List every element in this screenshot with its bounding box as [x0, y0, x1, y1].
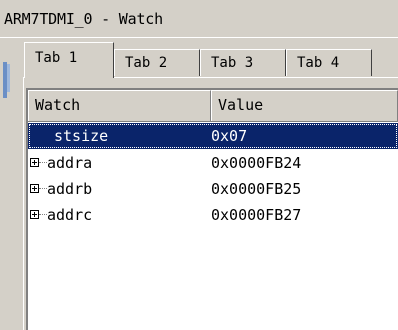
title-divider [0, 37, 398, 38]
tab-2[interactable]: Tab 2 [114, 49, 200, 76]
list-header: Watch Value [28, 90, 398, 122]
watch-row-value: 0x0000FB25 [211, 180, 302, 198]
watch-row-name: addra [47, 154, 93, 172]
window-title: ARM7TDMI_0 - Watch [4, 10, 163, 28]
watch-row-stsize[interactable]: stsize 0x07 [28, 123, 398, 149]
watch-row-value: 0x0000FB24 [211, 154, 302, 172]
watch-row-addrc[interactable]: addrc 0x0000FB27 [28, 202, 398, 228]
watch-row-name: addrb [47, 180, 93, 198]
tab-3[interactable]: Tab 3 [200, 49, 286, 76]
left-dock-edge [0, 62, 9, 330]
tree-connector [39, 214, 47, 216]
plus-box-icon[interactable] [30, 158, 39, 167]
column-header-value-label: Value [218, 96, 264, 114]
tab-2-label: Tab 2 [125, 55, 168, 71]
watch-row-name: addrc [47, 206, 93, 224]
column-header-watch-label: Watch [35, 96, 81, 114]
plus-box-icon[interactable] [30, 184, 39, 193]
watch-row-name: stsize [54, 127, 109, 145]
watch-window: ARM7TDMI_0 - Watch Tab 1 Tab 2 Tab 3 Tab… [0, 0, 398, 330]
tab-4[interactable]: Tab 4 [286, 49, 372, 76]
plus-box-icon[interactable] [30, 210, 39, 219]
column-header-watch[interactable]: Watch [28, 90, 211, 121]
tab-1[interactable]: Tab 1 [24, 42, 114, 78]
dock-handle-highlight [7, 64, 10, 92]
tab-1-label: Tab 1 [35, 50, 78, 66]
watch-row-value: 0x07 [211, 127, 248, 145]
watch-row-addra[interactable]: addra 0x0000FB24 [28, 150, 398, 176]
tree-connector [39, 188, 47, 190]
watch-row-value: 0x0000FB27 [211, 206, 302, 224]
tree-connector [39, 162, 47, 164]
watch-list[interactable]: Watch Value stsize 0x07 addra 0x0000FB24… [26, 88, 398, 330]
column-header-value[interactable]: Value [211, 90, 398, 121]
tab-3-label: Tab 3 [211, 55, 254, 71]
watch-row-addrb[interactable]: addrb 0x0000FB25 [28, 176, 398, 202]
tab-4-label: Tab 4 [297, 55, 340, 71]
